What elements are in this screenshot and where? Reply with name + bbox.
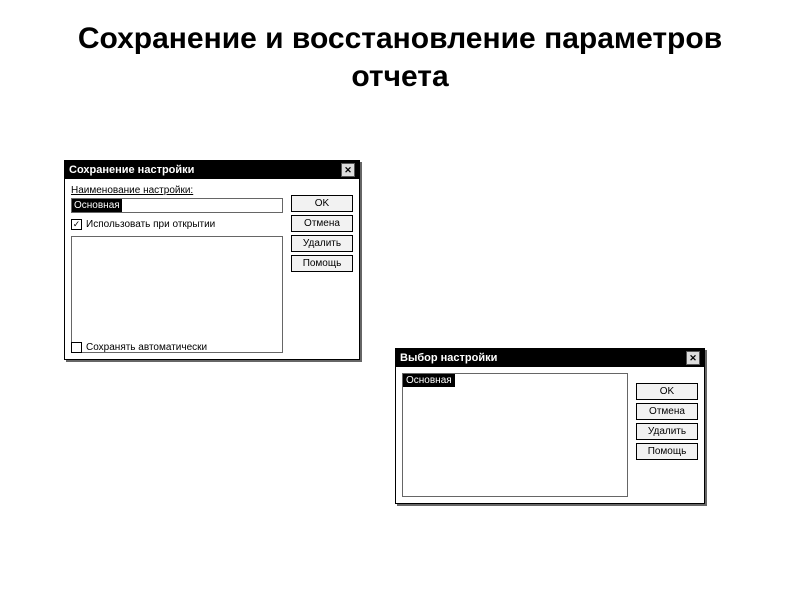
cancel-button[interactable]: Отмена (291, 215, 353, 232)
delete-button[interactable]: Удалить (636, 423, 698, 440)
use-on-open-checkbox[interactable]: ✓ (71, 219, 82, 230)
use-on-open-label: Использовать при открытии (86, 219, 215, 230)
save-auto-label: Сохранять автоматически (86, 342, 207, 353)
dialog-title: Сохранение настройки (69, 164, 194, 176)
page-title: Сохранение и восстановление параметров о… (0, 0, 800, 95)
help-button[interactable]: Помощь (291, 255, 353, 272)
dialog-title: Выбор настройки (400, 352, 497, 364)
settings-listbox[interactable] (71, 236, 283, 353)
delete-button[interactable]: Удалить (291, 235, 353, 252)
close-icon[interactable]: ✕ (341, 163, 355, 177)
save-auto-checkbox[interactable] (71, 342, 82, 353)
list-item[interactable]: Основная (403, 374, 455, 387)
close-icon[interactable]: ✕ (686, 351, 700, 365)
settings-name-input[interactable]: Основная (71, 198, 283, 213)
dialog-titlebar: Выбор настройки ✕ (396, 349, 704, 367)
settings-listbox[interactable]: Основная (402, 373, 628, 497)
settings-name-label: Наименование настройки: (71, 185, 283, 196)
ok-button[interactable]: OK (291, 195, 353, 212)
help-button[interactable]: Помощь (636, 443, 698, 460)
save-settings-dialog: Сохранение настройки ✕ Наименование наст… (64, 160, 360, 360)
ok-button[interactable]: OK (636, 383, 698, 400)
pick-settings-dialog: Выбор настройки ✕ Основная OK Отмена Уда… (395, 348, 705, 504)
dialog-titlebar: Сохранение настройки ✕ (65, 161, 359, 179)
settings-name-value: Основная (72, 199, 122, 212)
cancel-button[interactable]: Отмена (636, 403, 698, 420)
